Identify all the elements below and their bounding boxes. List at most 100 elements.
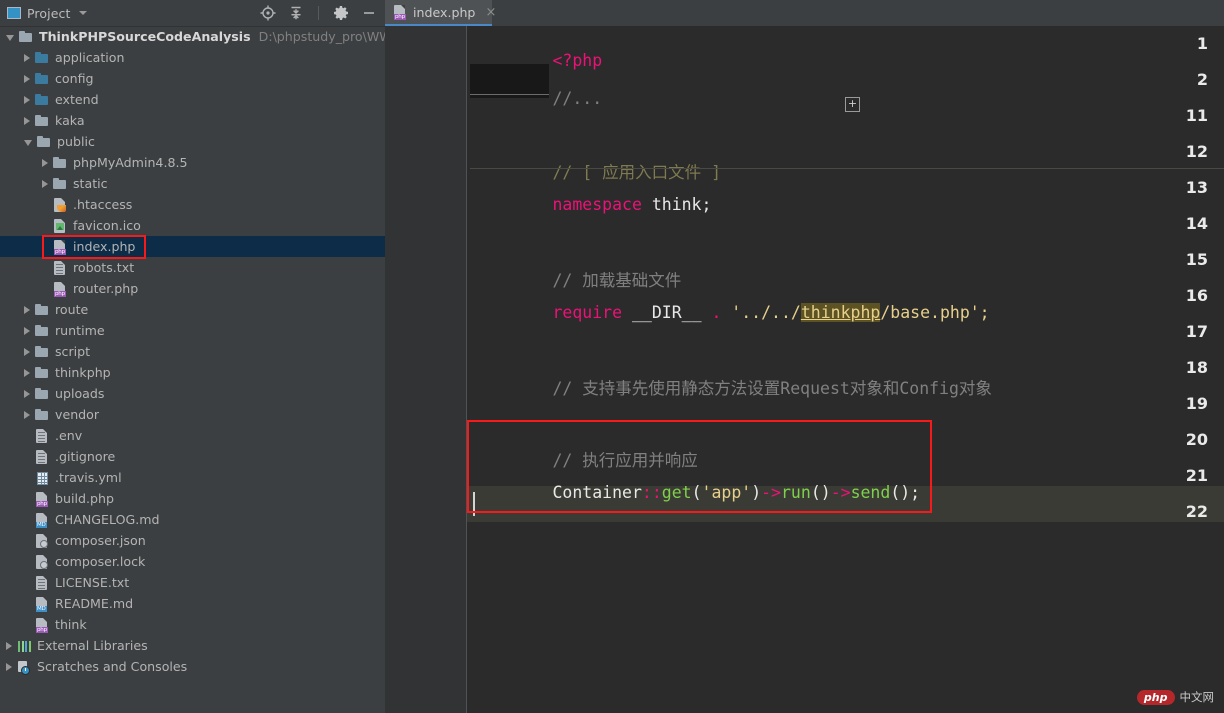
paren-close: ) — [751, 483, 762, 502]
chevron-right-icon[interactable] — [24, 95, 30, 104]
tree-row[interactable]: uploads — [0, 383, 385, 404]
markdown-file-icon: MD — [34, 512, 50, 528]
tree-row[interactable]: External Libraries — [0, 635, 385, 656]
editor-area: php index.php × 1 2 11 12 13 14 15 16 17… — [385, 0, 1224, 713]
code-canvas[interactable]: 1 2 11 12 13 14 15 16 17 18 19 20 21 22 … — [385, 26, 1224, 713]
fold-expand-marker[interactable]: + — [845, 97, 860, 112]
editor-tab-bar: php index.php × — [385, 0, 1224, 26]
project-file-tree[interactable]: ThinkPHPSourceCodeAnalysis D:\phpstudy_pr… — [0, 26, 385, 713]
chevron-right-icon[interactable] — [42, 179, 48, 188]
tree-item-label: uploads — [55, 386, 105, 401]
collapse-all-icon[interactable] — [288, 5, 304, 21]
require-path-suffix: /base.php'; — [880, 303, 990, 322]
tree-row[interactable]: ThinkPHPSourceCodeAnalysis D:\phpstudy_pr… — [0, 26, 385, 47]
chevron-right-icon[interactable] — [24, 368, 30, 377]
tree-row[interactable]: thinkphp — [0, 362, 385, 383]
tree-row[interactable]: runtime — [0, 320, 385, 341]
tab-index-php[interactable]: php index.php × — [385, 0, 496, 26]
chevron-right-icon[interactable] — [24, 305, 30, 314]
tree-item-label: extend — [55, 92, 99, 107]
class-container: Container — [552, 483, 642, 502]
project-root-path: D:\phpstudy_pro\WWW\Th — [258, 29, 385, 44]
chevron-right-icon[interactable] — [24, 389, 30, 398]
tree-row[interactable]: composer.json — [0, 530, 385, 551]
code-line-2[interactable]: //... — [473, 70, 602, 127]
tree-item-label: Scratches and Consoles — [37, 659, 188, 674]
chevron-right-icon[interactable] — [24, 74, 30, 83]
tree-item-label: vendor — [55, 407, 100, 422]
chevron-right-icon[interactable] — [24, 326, 30, 335]
tree-item-label: thinkphp — [55, 365, 111, 380]
tree-row[interactable]: kaka — [0, 110, 385, 131]
chevron-right-icon[interactable] — [24, 347, 30, 356]
object-arrow-2: -> — [830, 483, 851, 502]
tree-item-label: .htaccess — [73, 197, 133, 212]
php-logo: php — [1136, 689, 1175, 705]
tree-row[interactable]: Scratches and Consoles — [0, 656, 385, 677]
line-number: 19 — [1185, 394, 1208, 413]
object-arrow-1: -> — [761, 483, 781, 502]
tree-row[interactable]: favicon.ico — [0, 215, 385, 236]
tree-row[interactable]: MD README.md — [0, 593, 385, 614]
line-number: 11 — [1185, 106, 1208, 125]
text-file-icon — [34, 575, 50, 591]
tree-row[interactable]: composer.lock — [0, 551, 385, 572]
chevron-right-icon[interactable] — [24, 53, 30, 62]
tree-item-label: route — [55, 302, 89, 317]
tree-row[interactable]: application — [0, 47, 385, 68]
php-open-tag: <?php — [552, 51, 603, 70]
chevron-down-icon[interactable] — [79, 11, 88, 15]
chevron-right-icon[interactable] — [24, 116, 30, 125]
close-icon[interactable]: × — [485, 6, 496, 19]
folder-icon — [34, 344, 50, 360]
gear-icon[interactable] — [333, 5, 349, 21]
image-file-icon — [52, 218, 68, 234]
tree-item-label: static — [73, 176, 108, 191]
tree-row[interactable]: extend — [0, 89, 385, 110]
keyword-namespace: namespace — [552, 195, 642, 214]
require-path-prefix: '../../ — [721, 303, 801, 322]
static-access-operator: :: — [641, 483, 662, 502]
tree-row[interactable]: .travis.yml — [0, 467, 385, 488]
tree-row[interactable]: robots.txt — [0, 257, 385, 278]
chevron-right-icon[interactable] — [6, 662, 12, 671]
php-file-icon: php — [34, 617, 50, 633]
tree-row[interactable]: .gitignore — [0, 446, 385, 467]
tree-row[interactable]: LICENSE.txt — [0, 572, 385, 593]
chevron-down-icon[interactable] — [6, 34, 14, 41]
tree-row[interactable]: static — [0, 173, 385, 194]
tree-item-label: index.php — [73, 239, 136, 254]
tree-row[interactable]: script — [0, 341, 385, 362]
tree-row[interactable]: MD CHANGELOG.md — [0, 509, 385, 530]
tree-item-label: .gitignore — [55, 449, 116, 464]
tree-item-label: runtime — [55, 323, 105, 338]
tree-row[interactable]: config — [0, 68, 385, 89]
tree-row[interactable]: public — [0, 131, 385, 152]
chevron-right-icon[interactable] — [42, 158, 48, 167]
folded-region-underline — [470, 94, 549, 95]
tree-row[interactable]: php think — [0, 614, 385, 635]
chevron-right-icon[interactable] — [24, 410, 30, 419]
tree-row[interactable]: route — [0, 299, 385, 320]
php-file-icon: php — [52, 239, 68, 255]
folder-icon — [18, 29, 34, 45]
chevron-down-icon[interactable] — [24, 139, 32, 146]
tree-row[interactable]: .env — [0, 425, 385, 446]
method-send: send — [850, 483, 891, 502]
tree-row[interactable]: phpMyAdmin4.8.5 — [0, 152, 385, 173]
tree-row-selected[interactable]: php index.php — [0, 236, 385, 257]
folder-icon — [34, 302, 50, 318]
line-number: 12 — [1185, 142, 1208, 161]
tree-row[interactable]: .htaccess — [0, 194, 385, 215]
minimize-icon[interactable] — [361, 5, 377, 21]
yaml-file-icon — [34, 470, 50, 486]
locate-target-icon[interactable] — [260, 5, 276, 21]
chevron-right-icon[interactable] — [6, 641, 12, 650]
tree-row[interactable]: vendor — [0, 404, 385, 425]
json-file-icon — [34, 533, 50, 549]
tree-row[interactable]: php router.php — [0, 278, 385, 299]
tree-item-label: kaka — [55, 113, 85, 128]
project-tool-button[interactable]: Project — [0, 6, 88, 21]
folder-icon — [34, 113, 50, 129]
tree-row[interactable]: php build.php — [0, 488, 385, 509]
